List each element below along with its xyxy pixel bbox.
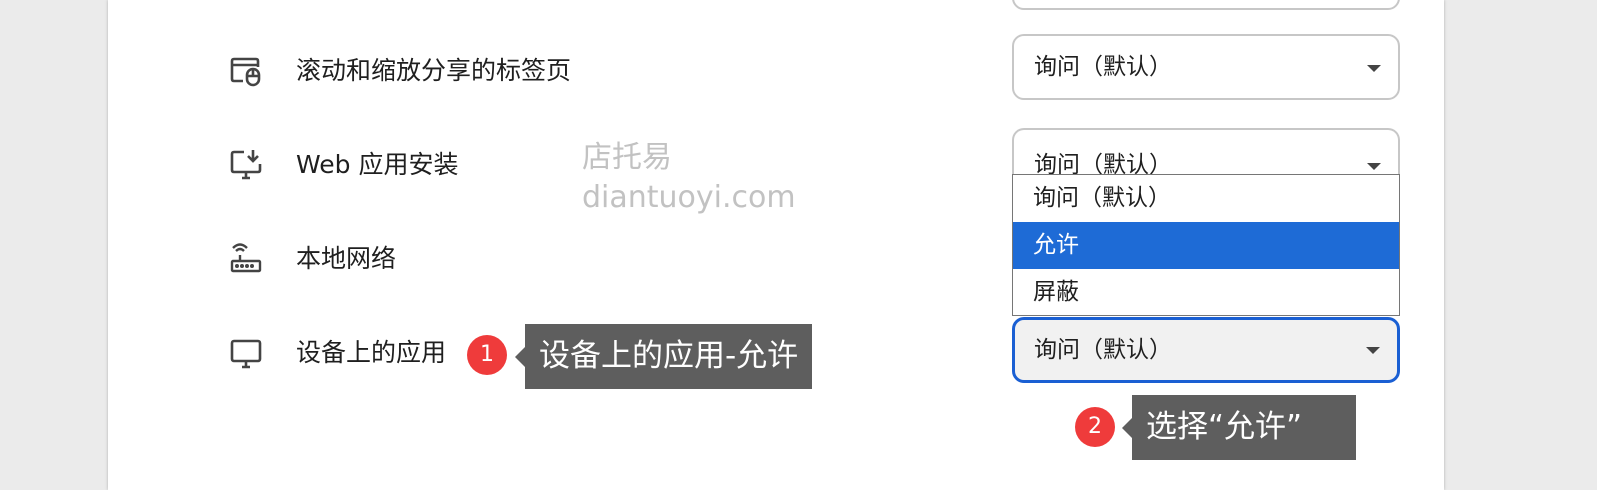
- setting-label-scroll-zoom: 滚动和缩放分享的标签页: [296, 56, 572, 85]
- watermark-brand: 店托易: [582, 140, 672, 175]
- setting-label-local-network: 本地网络: [296, 244, 397, 273]
- setting-row-scroll-zoom: 滚动和缩放分享的标签页 询问（默认）: [108, 24, 1444, 118]
- previous-setting-select[interactable]: [1012, 0, 1400, 10]
- watermark: 店托易 diantuoyi.com: [582, 138, 796, 218]
- setting-label-web-app-install: Web 应用安装: [296, 150, 459, 179]
- option-allow[interactable]: 允许: [1013, 222, 1399, 269]
- select-value: 询问（默认）: [1034, 337, 1172, 363]
- tab-scroll-zoom-icon: [226, 51, 266, 91]
- caret-down-icon: [1366, 60, 1382, 76]
- option-block[interactable]: 屏蔽: [1013, 269, 1399, 316]
- option-ask-default[interactable]: 询问（默认）: [1013, 175, 1399, 222]
- annotation-callout-2: 选择“允许”: [1122, 395, 1356, 460]
- annotation-badge-1: 1: [467, 335, 507, 375]
- watermark-url: diantuoyi.com: [582, 180, 796, 215]
- select-value: 询问（默认）: [1034, 54, 1172, 80]
- caret-down-icon: [1366, 158, 1382, 174]
- router-icon: [226, 239, 266, 279]
- desktop-monitor-icon: [226, 333, 266, 373]
- install-desktop-icon: [226, 145, 266, 185]
- annotation-badge-2: 2: [1075, 407, 1115, 447]
- permission-dropdown-list: 询问（默认） 允许 屏蔽: [1012, 174, 1400, 316]
- annotation-callout-1: 设备上的应用-允许: [514, 324, 813, 389]
- scroll-zoom-select[interactable]: 询问（默认）: [1012, 34, 1400, 100]
- settings-card: 滚动和缩放分享的标签页 询问（默认） Web 应用安装 询问（默认） 本地网络 …: [108, 0, 1444, 490]
- caret-down-icon: [1365, 342, 1381, 358]
- device-apps-select[interactable]: 询问（默认）: [1012, 317, 1400, 383]
- setting-label-device-apps: 设备上的应用: [296, 338, 447, 367]
